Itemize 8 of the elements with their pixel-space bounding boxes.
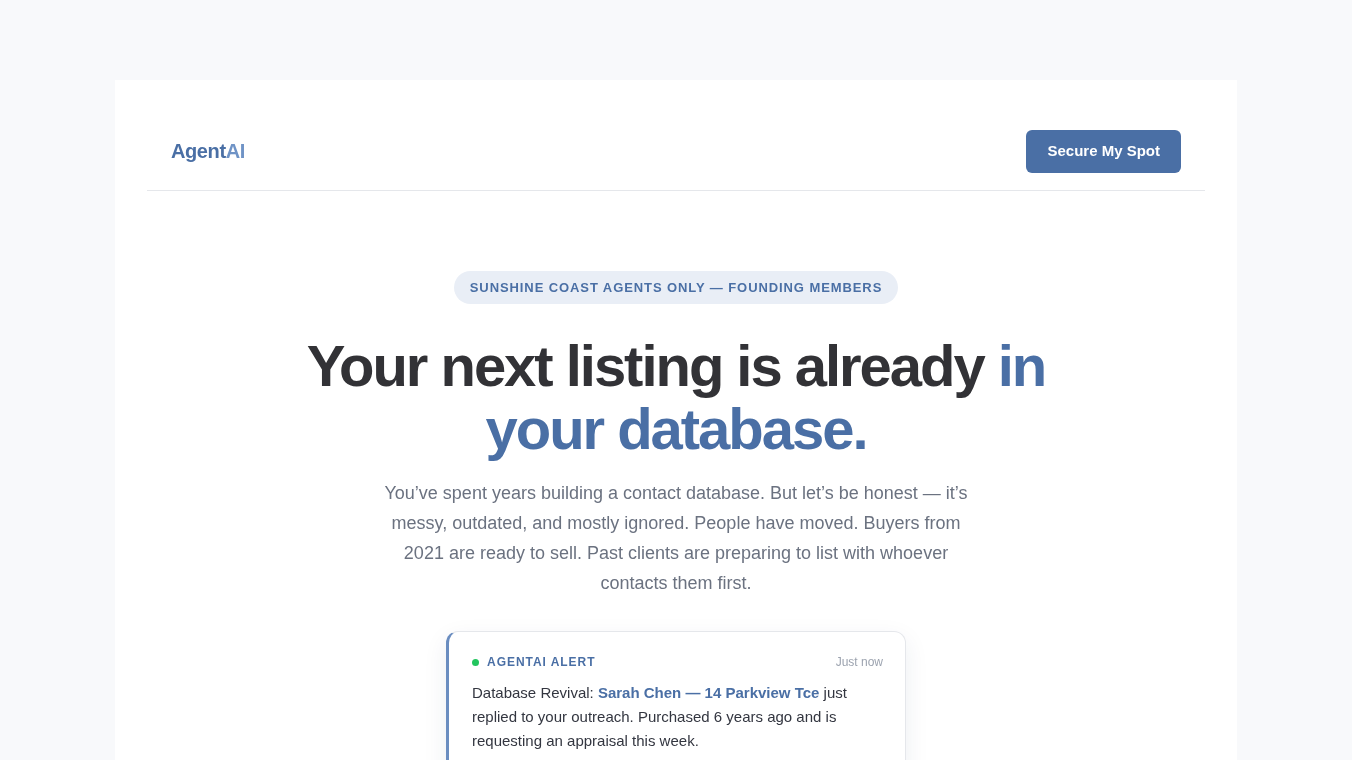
hero-intro: You’ve spent years building a contact database. But let’s be honest — it’s messy, outdated, and mostly ignored. People have moved. Buyers from 2021 are ready to sell. Past clients are preparing to list with whoever contacts them first. [383,482,969,595]
secure-spot-button[interactable]: Secure My Spot [1026,129,1181,173]
hero-headline: Your next listing is already in your database. [305,334,1047,460]
alert-message: Database Revival: Sarah Chen — 14 Parkview Tce just replied to your outreach. Purchased 6 years ago and is requesting an appraisal this week. [472,683,848,751]
logo[interactable]: AgentAI [171,136,245,166]
alert-label: AGENTAI ALERT [487,654,596,671]
founding-members-badge: SUNSHINE COAST AGENTS ONLY — FOUNDING MEMBERS [453,271,899,304]
alert-time: Just now [835,654,883,671]
